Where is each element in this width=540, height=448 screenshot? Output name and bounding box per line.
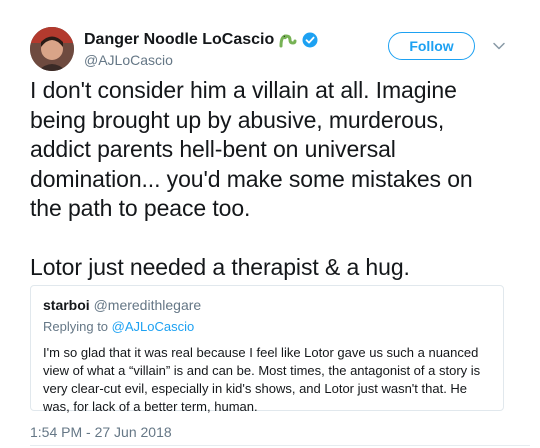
quoted-handle: @meredithlegare	[93, 297, 202, 313]
author-names: Danger Noodle LoCascio @AJLoCascio	[84, 31, 318, 68]
chevron-down-icon[interactable]	[492, 39, 506, 53]
divider	[30, 445, 530, 446]
avatar[interactable]	[30, 27, 74, 71]
follow-button[interactable]: Follow	[388, 32, 475, 60]
quoted-tweet[interactable]: starboi @meredithlegare Replying to @AJL…	[30, 285, 504, 414]
replying-to-link[interactable]: @AJLoCascio	[112, 319, 195, 334]
verified-badge-icon	[302, 32, 318, 48]
quoted-display-name: starboi	[43, 297, 90, 313]
tweet-text: I don't consider him a villain at all. I…	[30, 77, 473, 280]
tweet-header: Danger Noodle LoCascio @AJLoCascio Follo…	[30, 27, 520, 75]
snake-icon	[278, 31, 298, 49]
quoted-tweet-author: starboi @meredithlegare	[43, 296, 493, 314]
author-handle[interactable]: @AJLoCascio	[84, 52, 318, 68]
replying-prefix: Replying to	[43, 319, 109, 334]
author-display-name[interactable]: Danger Noodle LoCascio	[84, 31, 274, 49]
tweet-timestamp[interactable]: 1:54 PM - 27 Jun 2018	[30, 424, 172, 440]
avatar-image	[30, 27, 74, 71]
quoted-tweet-text: I'm so glad that it was real because I f…	[43, 345, 481, 414]
replying-to-line: Replying to @AJLoCascio	[43, 318, 493, 335]
